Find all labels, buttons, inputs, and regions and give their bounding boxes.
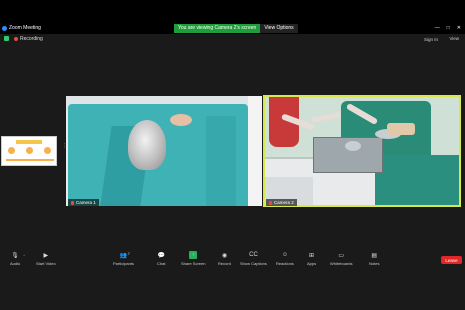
thumbnail-header <box>16 140 42 144</box>
audio-options-caret[interactable]: ^ <box>23 253 25 258</box>
recording-label: Recording <box>20 36 43 42</box>
maximize-button[interactable]: □ <box>447 25 450 31</box>
security-shield-icon[interactable] <box>4 36 9 41</box>
notes-label: Notes <box>369 261 380 266</box>
camera-2-name-tag: Camera 2 <box>266 199 297 206</box>
muted-mic-icon <box>269 200 272 205</box>
notes-button[interactable]: ▤ Notes <box>369 251 380 267</box>
window-title: Zoom Meeting <box>2 25 41 31</box>
white-sheet <box>248 96 262 206</box>
meeting-top-bar <box>0 34 465 44</box>
screen-share-banner: You are viewing Camera 2's screen View O… <box>174 24 298 33</box>
apps-icon: ⊞ <box>309 252 315 259</box>
close-button[interactable]: ✕ <box>457 25 461 31</box>
people-icon: 👥 <box>119 252 128 259</box>
start-video-label: Start Video <box>36 261 56 266</box>
video-camera-off-icon: ▶ <box>43 252 49 259</box>
audio-button[interactable]: 🎙 Audio ^ <box>10 251 25 267</box>
recording-dot-icon <box>14 37 18 41</box>
green-cloth <box>375 155 459 205</box>
whiteboard-icon: ▭ <box>338 252 345 259</box>
share-screen-label: Share Screen <box>181 261 206 266</box>
show-captions-label: Show Captions <box>240 261 267 266</box>
recording-indicator[interactable]: Recording <box>14 36 43 42</box>
camera-1-label: Camera 1 <box>76 200 96 205</box>
share-arrow-icon: ↑ <box>189 251 198 259</box>
whiteboards-label: Whiteboards <box>330 261 353 266</box>
whiteboards-button[interactable]: ▭ Whiteboards <box>330 251 353 267</box>
emoji-icon: ☺ <box>281 252 288 258</box>
zoom-logo-icon <box>2 25 7 31</box>
thumbnail-icons <box>2 147 56 154</box>
audio-label: Audio <box>10 261 21 266</box>
reactions-button[interactable]: ☺ Reactions <box>276 251 294 266</box>
view-button[interactable]: View <box>449 36 459 41</box>
sign-in-link[interactable]: Sign In <box>424 37 438 42</box>
window-controls: — □ ✕ <box>435 25 461 31</box>
share-screen-button[interactable]: ↑ Share Screen <box>181 251 205 266</box>
steel-bowl <box>345 141 361 151</box>
notes-icon: ▤ <box>371 252 378 259</box>
record-circle-icon: ◉ <box>221 252 228 259</box>
apps-label: Apps <box>307 261 317 266</box>
leave-button[interactable]: Leave <box>441 256 462 264</box>
minimize-button[interactable]: — <box>435 25 440 31</box>
video-tile-camera-2[interactable] <box>263 95 461 207</box>
reactions-label: Reactions <box>276 261 294 266</box>
window-title-text: Zoom Meeting <box>9 25 41 31</box>
muted-mic-icon <box>71 200 74 205</box>
meeting-toolbar <box>0 248 465 270</box>
view-options-button[interactable]: View Options <box>260 24 298 33</box>
chat-label: Chat <box>157 261 166 266</box>
video-tile-camera-1[interactable] <box>66 96 262 206</box>
apps-button[interactable]: ⊞ Apps <box>307 251 317 267</box>
record-button[interactable]: ◉ Record <box>218 251 231 267</box>
chat-bubble-icon: 💬 <box>157 252 165 259</box>
participants-button[interactable]: 👥 Participants 7 <box>113 251 134 266</box>
shared-screen-thumbnail[interactable] <box>1 136 57 166</box>
microphone-muted-icon: 🎙 <box>11 252 19 259</box>
participants-label: Participants <box>113 261 134 266</box>
cc-icon: CC <box>249 252 258 258</box>
chat-button[interactable]: 💬 Chat <box>157 251 166 267</box>
participants-count: 7 <box>127 251 130 256</box>
start-video-button[interactable]: ▶ Start Video <box>36 251 56 267</box>
banner-message: You are viewing Camera 2's screen <box>174 24 261 33</box>
drape-fold <box>206 116 236 206</box>
dressing-pad <box>387 123 415 135</box>
show-captions-button[interactable]: CC Show Captions <box>240 251 267 266</box>
camera-2-label: Camera 2 <box>274 200 294 205</box>
thumbnail-bar <box>6 159 54 161</box>
drape-opening <box>170 114 192 126</box>
kidney-dish <box>128 120 166 170</box>
camera-1-name-tag: Camera 1 <box>68 199 99 206</box>
record-label: Record <box>218 261 231 266</box>
